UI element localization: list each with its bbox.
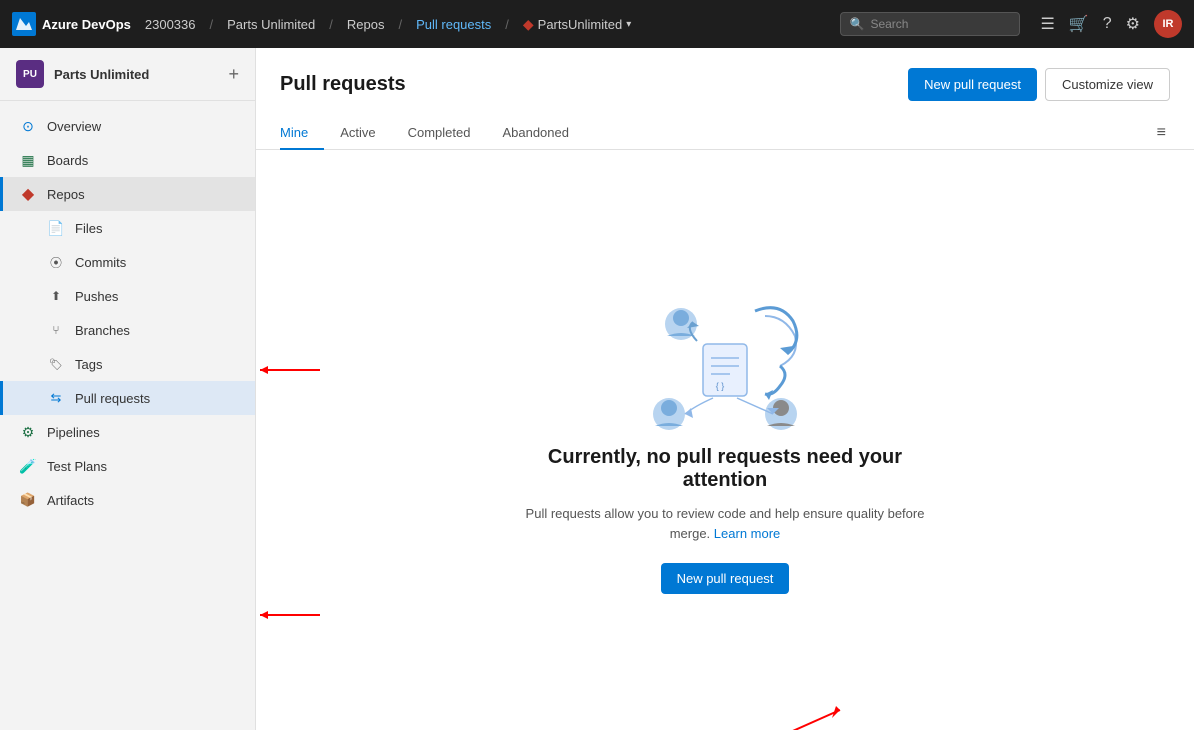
search-input[interactable] <box>870 17 1011 31</box>
sidebar-label-artifacts: Artifacts <box>47 493 94 508</box>
sidebar-label-pipelines: Pipelines <box>47 425 100 440</box>
sidebar-label-testplans: Test Plans <box>47 459 107 474</box>
topbar-brand: Azure DevOps <box>42 17 131 32</box>
svg-text:{ }: { } <box>716 381 725 391</box>
add-project-button[interactable]: + <box>228 64 239 85</box>
topbar-breadcrumb-pullrequests[interactable]: Pull requests <box>416 17 491 32</box>
empty-state-title: Currently, no pull requests need your at… <box>525 446 925 492</box>
topbar-icons: ☰ 🛒 ? ⚙ IR <box>1040 10 1182 38</box>
help-icon[interactable]: ? <box>1103 15 1112 33</box>
files-icon: 📄 <box>47 219 65 237</box>
title-actions: New pull request Customize view <box>908 68 1170 101</box>
sidebar-item-tags[interactable]: 🏷 Tags <box>0 347 255 381</box>
sidebar-item-branches[interactable]: ⑂ Branches <box>0 313 255 347</box>
sidebar-item-artifacts[interactable]: 📦 Artifacts <box>0 483 255 517</box>
repo-icon: ◆ <box>523 16 534 33</box>
sidebar-item-files[interactable]: 📄 Files <box>0 211 255 245</box>
boards-icon: ▦ <box>19 151 37 169</box>
tab-active[interactable]: Active <box>324 117 391 150</box>
sidebar-label-tags: Tags <box>75 357 102 372</box>
pipelines-icon: ⚙ <box>19 423 37 441</box>
sidebar-label-boards: Boards <box>47 153 88 168</box>
customize-view-button[interactable]: Customize view <box>1045 68 1170 101</box>
main-header: Pull requests New pull request Customize… <box>256 48 1194 150</box>
topbar: Azure DevOps 2300336 / Parts Unlimited /… <box>0 0 1194 48</box>
sidebar-nav: ⊙ Overview ▦ Boards ◆ Repos 📄 Files <box>0 101 255 525</box>
sidebar-item-overview[interactable]: ⊙ Overview <box>0 109 255 143</box>
sidebar-item-pushes[interactable]: ⬆ Pushes <box>0 279 255 313</box>
testplans-icon: 🧪 <box>19 457 37 475</box>
sidebar-item-pullrequests[interactable]: ⇆ Pull requests <box>0 381 255 415</box>
page-title: Pull requests <box>280 73 406 96</box>
empty-state-description: Pull requests allow you to review code a… <box>505 504 945 543</box>
pullrequests-icon: ⇆ <box>47 389 65 407</box>
sidebar-item-boards[interactable]: ▦ Boards <box>0 143 255 177</box>
topbar-repo-name: PartsUnlimited <box>538 17 623 32</box>
filter-icon[interactable]: ≡ <box>1153 120 1170 146</box>
avatar[interactable]: IR <box>1154 10 1182 38</box>
sidebar-item-repos[interactable]: ◆ Repos <box>0 177 255 211</box>
sidebar-item-pipelines[interactable]: ⚙ Pipelines <box>0 415 255 449</box>
tab-completed[interactable]: Completed <box>392 117 487 150</box>
settings-icon[interactable]: ⚙ <box>1126 14 1140 34</box>
main-empty-state: { } <box>256 150 1194 730</box>
commits-icon: ⦿ <box>47 253 65 271</box>
tags-icon: 🏷 <box>47 355 65 373</box>
repos-icon: ◆ <box>19 185 37 203</box>
sidebar-label-pushes: Pushes <box>75 289 118 304</box>
sidebar-item-testplans[interactable]: 🧪 Test Plans <box>0 449 255 483</box>
main-content-area: Pull requests New pull request Customize… <box>256 48 1194 730</box>
tabs: Mine Active Completed Abandoned <box>280 117 585 149</box>
project-icon: PU <box>16 60 44 88</box>
topbar-repo-selector[interactable]: ◆ PartsUnlimited ▾ <box>523 16 631 33</box>
layout: PU Parts Unlimited + ⊙ Overview ▦ Boards… <box>0 48 1194 730</box>
topbar-breadcrumb-project[interactable]: Parts Unlimited <box>227 17 315 32</box>
sidebar-header: PU Parts Unlimited + <box>0 48 255 101</box>
pr-illustration: { } <box>625 286 825 446</box>
chevron-down-icon: ▾ <box>626 19 631 30</box>
sidebar: PU Parts Unlimited + ⊙ Overview ▦ Boards… <box>0 48 256 730</box>
tabs-row: Mine Active Completed Abandoned ≡ <box>280 117 1170 149</box>
basket-icon[interactable]: 🛒 <box>1069 14 1089 34</box>
sidebar-item-commits[interactable]: ⦿ Commits <box>0 245 255 279</box>
search-icon: 🔍 <box>849 17 864 31</box>
sidebar-label-overview: Overview <box>47 119 101 134</box>
sidebar-label-pullrequests: Pull requests <box>75 391 150 406</box>
pushes-icon: ⬆ <box>47 287 65 305</box>
new-pull-request-center-button[interactable]: New pull request <box>661 563 790 594</box>
artifacts-icon: 📦 <box>19 491 37 509</box>
learn-more-link[interactable]: Learn more <box>714 526 780 541</box>
sidebar-label-files: Files <box>75 221 102 236</box>
project-name: Parts Unlimited <box>54 67 149 82</box>
topbar-breadcrumb-repos[interactable]: Repos <box>347 17 385 32</box>
overview-icon: ⊙ <box>19 117 37 135</box>
tab-mine[interactable]: Mine <box>280 117 324 150</box>
sidebar-label-branches: Branches <box>75 323 130 338</box>
search-box[interactable]: 🔍 <box>840 12 1020 36</box>
topbar-org: 2300336 <box>145 17 196 32</box>
tab-abandoned[interactable]: Abandoned <box>486 117 585 150</box>
notifications-icon[interactable]: ☰ <box>1040 14 1054 34</box>
topbar-logo[interactable]: Azure DevOps <box>12 12 131 36</box>
sidebar-label-commits: Commits <box>75 255 126 270</box>
new-pull-request-button[interactable]: New pull request <box>908 68 1037 101</box>
branches-icon: ⑂ <box>47 321 65 339</box>
main-title-row: Pull requests New pull request Customize… <box>280 68 1170 101</box>
sidebar-label-repos: Repos <box>47 187 85 202</box>
repos-sub-items: 📄 Files ⦿ Commits ⬆ Pushes ⑂ Branches 🏷 <box>0 211 255 415</box>
